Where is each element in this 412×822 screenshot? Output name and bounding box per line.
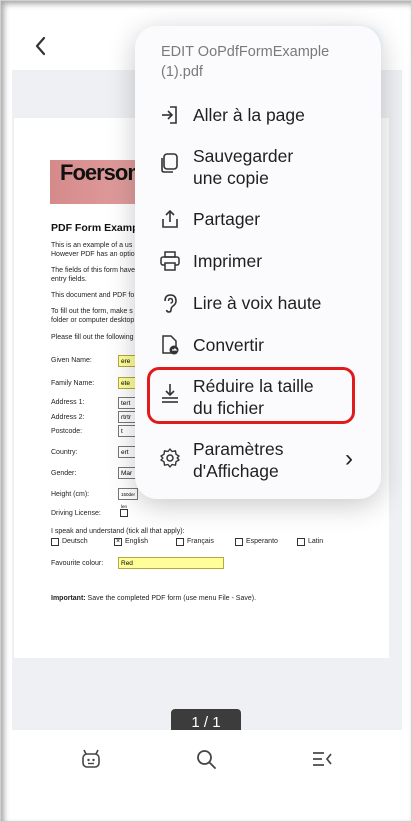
lang-label: Deutsch (62, 538, 88, 545)
menu-item-share[interactable]: Partager (135, 206, 381, 232)
lang-label: Français (187, 538, 214, 545)
pdf-paragraph: This document and PDF fo (51, 292, 135, 299)
menu-item-goto-page[interactable]: Aller à la page (135, 102, 381, 128)
menu-item-save-copy[interactable]: Sauvegarder une copie (135, 144, 381, 190)
label-given-name: Given Name: (51, 357, 92, 364)
label-country: Country: (51, 449, 78, 456)
label-speak: I speak and understand (tick all that ap… (51, 528, 185, 535)
favourite-colour-select[interactable]: Red (118, 557, 224, 569)
menu-item-display-settings[interactable]: Paramètres d'Affichage › (135, 437, 381, 483)
menu-item-label: Aller à la page (193, 105, 305, 125)
menu-item-label: Sauvegarder une copie (193, 146, 294, 188)
share-icon (162, 209, 178, 228)
menu-item-label: Lire à voix haute (193, 293, 322, 313)
menu-item-convert[interactable]: Convertir (135, 332, 381, 358)
read-aloud-icon (164, 294, 177, 313)
height-field[interactable]: 150der len (118, 488, 138, 509)
settings-gear-icon (160, 448, 180, 468)
chevron-left-icon[interactable] (30, 32, 52, 60)
pdf-paragraph: Please fill out the following (51, 334, 134, 341)
lang-checkbox[interactable]: × (114, 538, 122, 546)
important-text: Save the completed PDF form (use menu Fi… (85, 595, 257, 602)
menu-collapse-icon[interactable] (311, 748, 333, 770)
pdf-paragraph: This is an example of a us (51, 242, 133, 249)
chevron-right-icon: › (345, 445, 353, 472)
pdf-paragraph: To fill out the form, make s (51, 308, 133, 315)
label-height: Height (cm): (51, 491, 90, 498)
important-note: Important: Save the completed PDF form (… (51, 595, 256, 602)
document-options-menu: EDIT OoPdfFormExample (1).pdf Aller à la… (135, 26, 381, 499)
label-address1: Address 1: (51, 399, 85, 406)
menu-item-print[interactable]: Imprimer (135, 248, 381, 274)
menu-item-label: Partager (193, 209, 261, 229)
label-postcode: Postcode: (51, 428, 83, 435)
menu-item-label: Convertir (193, 335, 264, 355)
lang-checkbox[interactable] (297, 538, 305, 546)
pdf-paragraph: However PDF has an optio (51, 251, 135, 258)
convert-icon (162, 335, 179, 355)
menu-item-read-aloud[interactable]: Lire à voix haute (135, 290, 381, 316)
lang-label: Latin (308, 538, 324, 545)
save-copy-icon (161, 153, 178, 173)
label-family-name: Family Name: (51, 380, 95, 387)
label-favourite-colour: Favourite colour: (51, 560, 104, 567)
label-gender: Gender: (51, 470, 77, 477)
printer-icon (160, 251, 180, 271)
pdf-logo-text: Foersom (60, 160, 147, 185)
pdf-paragraph: folder or computer desktop (51, 317, 135, 324)
lang-label: Esperanto (246, 538, 278, 545)
pdf-paragraph: The fields of this form have (51, 267, 136, 274)
lang-label: English (125, 538, 148, 545)
lang-checkbox[interactable] (176, 538, 184, 546)
search-icon[interactable] (195, 748, 217, 770)
label-driving-license: Driving License: (51, 510, 101, 517)
pdf-paragraph: entry fields. (51, 276, 87, 283)
driving-license-checkbox[interactable] (120, 509, 128, 517)
pdf-heading: PDF Form Examp (51, 222, 139, 234)
menu-item-label: Imprimer (193, 251, 263, 271)
goto-page-icon (162, 106, 177, 124)
label-address2: Address 2: (51, 414, 85, 421)
highlight-box (147, 367, 355, 424)
important-label: Important: (51, 595, 86, 602)
menu-item-label: Paramètres d'Affichage (193, 439, 284, 481)
menu-title: EDIT OoPdfFormExample (1).pdf (161, 44, 330, 80)
lang-checkbox[interactable] (51, 538, 59, 546)
bot-icon[interactable] (80, 748, 102, 770)
lang-checkbox[interactable] (235, 538, 243, 546)
